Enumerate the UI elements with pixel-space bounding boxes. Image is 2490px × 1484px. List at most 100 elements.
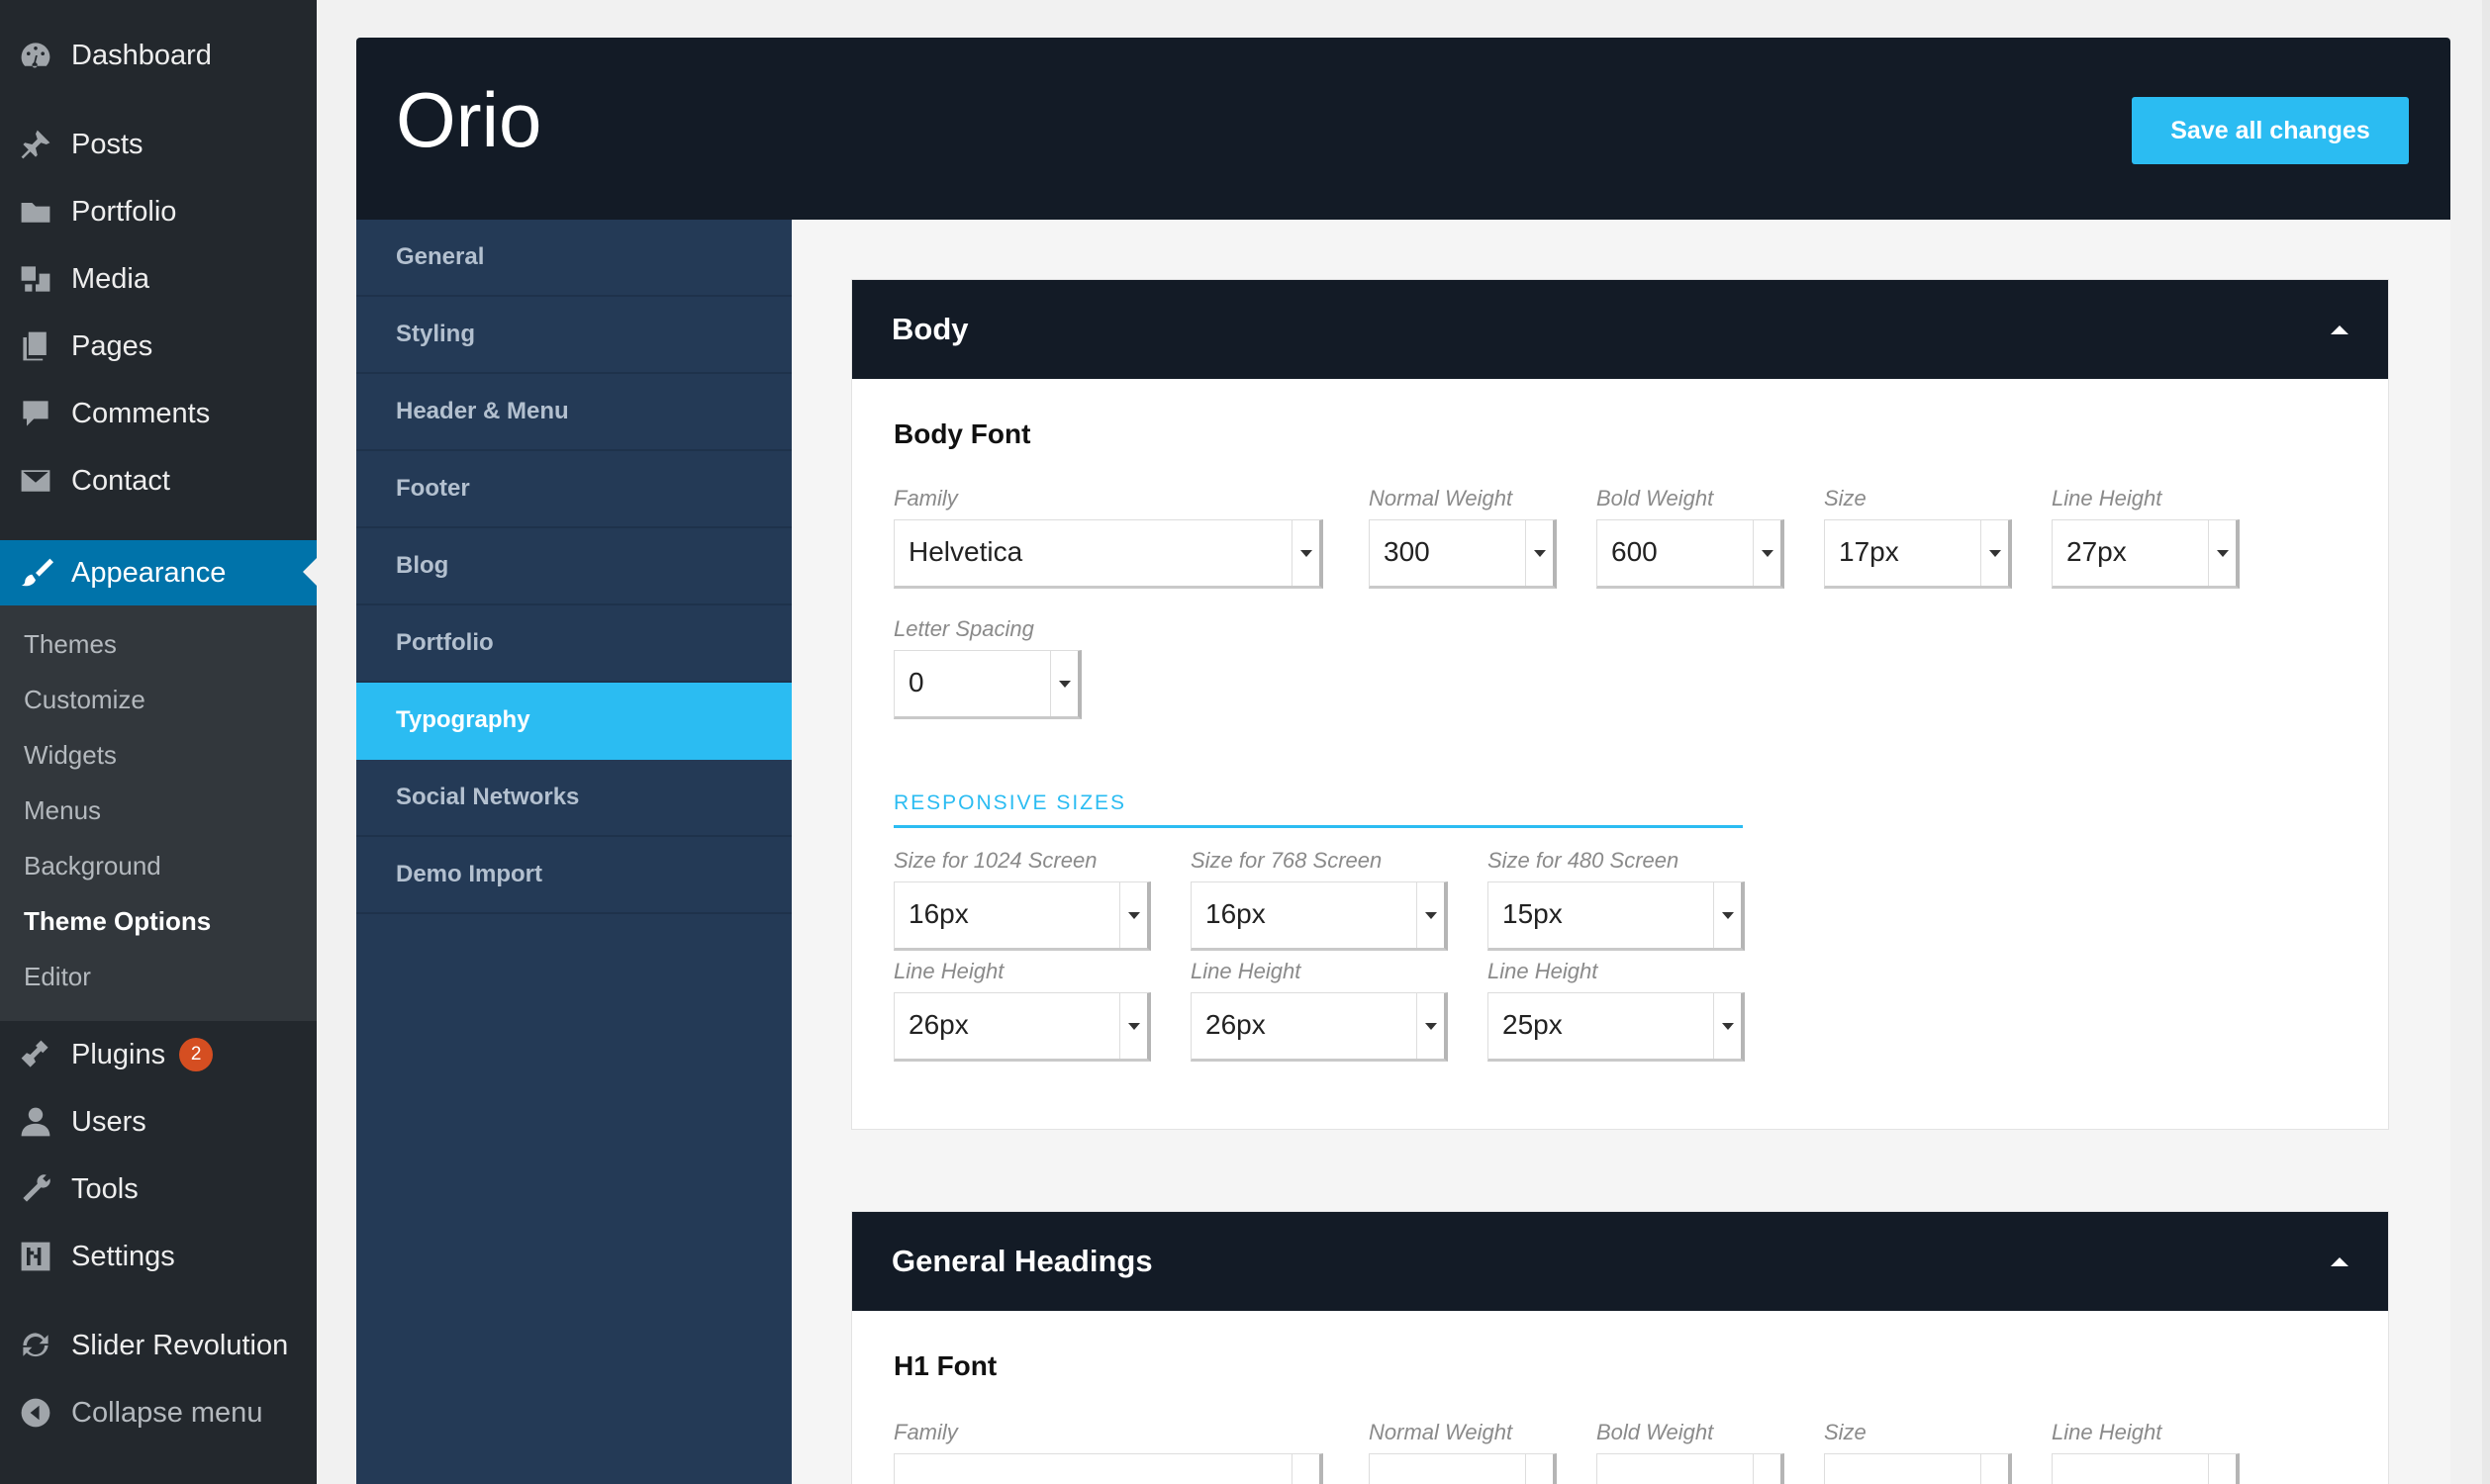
chevron-down-icon (2208, 520, 2236, 586)
bold-weight-select[interactable]: 600 (1596, 519, 1784, 589)
line-height-480-value: 25px (1502, 1009, 1563, 1040)
submenu-widgets[interactable]: Widgets (24, 740, 117, 771)
chevron-down-icon (1753, 1454, 1780, 1484)
appearance-submenu: Themes Customize Widgets Menus Backgroun… (0, 605, 317, 1021)
admin-menu: Dashboard Posts Portfolio Media Pages Co… (0, 0, 317, 1484)
submenu-menus[interactable]: Menus (24, 795, 101, 826)
size-1024-label: Size for 1024 Screen (894, 848, 1098, 873)
submenu-theme-options[interactable]: Theme Options (24, 906, 211, 937)
menu-comments[interactable]: Comments (0, 384, 317, 443)
wrench-icon (0, 1171, 71, 1207)
size-768-label: Size for 768 Screen (1191, 848, 1383, 873)
menu-tools[interactable]: Tools (0, 1159, 317, 1219)
refresh-icon (0, 1328, 71, 1363)
menu-tools-label: Tools (71, 1172, 139, 1205)
menu-users[interactable]: Users (0, 1092, 317, 1152)
body-section: Body Body Font Family Helvetica Normal W… (851, 279, 2389, 1130)
menu-settings-label: Settings (71, 1240, 175, 1272)
letter-spacing-value: 0 (909, 667, 924, 697)
h1-line-height-select[interactable] (2052, 1453, 2240, 1484)
h1-font-title: H1 Font (894, 1350, 998, 1381)
collapse-menu-label: Collapse menu (71, 1396, 263, 1429)
settings-icon (0, 1239, 71, 1274)
media-icon (0, 261, 71, 297)
chevron-down-icon (1980, 1454, 2008, 1484)
menu-media-label: Media (71, 262, 149, 295)
chevron-down-icon (1416, 993, 1444, 1059)
normal-weight-select[interactable]: 300 (1369, 519, 1557, 589)
h1-size-select[interactable] (1824, 1453, 2012, 1484)
nav-general[interactable]: General (356, 220, 792, 297)
h1-normal-weight-select[interactable] (1369, 1453, 1557, 1484)
menu-portfolio[interactable]: Portfolio (0, 182, 317, 241)
line-height-768-select[interactable]: 26px (1191, 992, 1448, 1062)
body-section-header[interactable]: Body (852, 280, 2388, 379)
general-headings-section: General Headings H1 Font Family Normal W… (851, 1211, 2389, 1484)
submenu-editor[interactable]: Editor (24, 962, 91, 992)
chevron-down-icon (1980, 520, 2008, 586)
pin-icon (0, 127, 71, 162)
nav-demo-import[interactable]: Demo Import (356, 837, 792, 914)
nav-typography[interactable]: Typography (356, 683, 792, 760)
save-all-changes-button[interactable]: Save all changes (2132, 97, 2409, 164)
nav-social-networks[interactable]: Social Networks (356, 760, 792, 837)
chevron-down-icon (1713, 993, 1741, 1059)
size-480-label: Size for 480 Screen (1487, 848, 1679, 873)
size-1024-value: 16px (909, 898, 969, 929)
line-height-1024-select[interactable]: 26px (894, 992, 1151, 1062)
menu-posts-label: Posts (71, 128, 144, 160)
size-select[interactable]: 17px (1824, 519, 2012, 589)
line-height-768-label: Line Height (1191, 959, 1301, 983)
collapse-caret-icon[interactable] (2331, 1256, 2348, 1266)
pages-icon (0, 328, 71, 364)
responsive-divider (894, 825, 1743, 828)
h1-family-select[interactable] (894, 1453, 1323, 1484)
nav-footer[interactable]: Footer (356, 451, 792, 528)
chevron-down-icon (1416, 882, 1444, 948)
chevron-down-icon (1525, 520, 1553, 586)
size-1024-select[interactable]: 16px (894, 881, 1151, 951)
line-height-select[interactable]: 27px (2052, 519, 2240, 589)
submenu-background[interactable]: Background (24, 851, 161, 881)
letter-spacing-select[interactable]: 0 (894, 650, 1082, 719)
menu-pages[interactable]: Pages (0, 317, 317, 376)
submenu-customize[interactable]: Customize (24, 685, 145, 715)
collapse-icon (0, 1395, 71, 1431)
menu-posts[interactable]: Posts (0, 115, 317, 174)
chevron-down-icon (1119, 993, 1147, 1059)
h1-line-height-label: Line Height (2052, 1420, 2162, 1444)
size-value: 17px (1839, 536, 1899, 567)
nav-blog[interactable]: Blog (356, 528, 792, 605)
menu-appearance[interactable]: Appearance (0, 540, 317, 605)
plug-icon (0, 1037, 71, 1072)
user-icon (0, 1104, 71, 1140)
menu-slider-revolution[interactable]: Slider Revolution (0, 1316, 317, 1375)
collapse-menu-button[interactable]: Collapse menu (0, 1383, 317, 1442)
menu-plugins[interactable]: Plugins 2 (0, 1025, 317, 1084)
family-select[interactable]: Helvetica (894, 519, 1323, 589)
h1-bold-weight-label: Bold Weight (1596, 1420, 1714, 1444)
nav-styling[interactable]: Styling (356, 297, 792, 374)
line-height-480-select[interactable]: 25px (1487, 992, 1745, 1062)
body-section-title: Body (892, 312, 969, 346)
menu-slider-revolution-label: Slider Revolution (71, 1329, 289, 1361)
menu-settings[interactable]: Settings (0, 1227, 317, 1286)
chevron-down-icon (1525, 1454, 1553, 1484)
h1-normal-weight-label: Normal Weight (1369, 1420, 1513, 1444)
size-768-select[interactable]: 16px (1191, 881, 1448, 951)
general-headings-title: General Headings (892, 1244, 1153, 1278)
nav-portfolio[interactable]: Portfolio (356, 605, 792, 683)
panel-header: Orio Save all changes (356, 38, 2450, 220)
menu-dashboard[interactable]: Dashboard (0, 26, 317, 85)
h1-bold-weight-select[interactable] (1596, 1453, 1784, 1484)
size-480-select[interactable]: 15px (1487, 881, 1745, 951)
menu-contact[interactable]: Contact (0, 451, 317, 510)
line-height-1024-value: 26px (909, 1009, 969, 1040)
menu-media[interactable]: Media (0, 249, 317, 309)
nav-header-menu[interactable]: Header & Menu (356, 374, 792, 451)
line-height-label: Line Height (2052, 486, 2162, 510)
general-headings-header[interactable]: General Headings (852, 1212, 2388, 1311)
collapse-caret-icon[interactable] (2331, 325, 2348, 334)
menu-portfolio-label: Portfolio (71, 195, 177, 228)
submenu-themes[interactable]: Themes (24, 629, 117, 660)
